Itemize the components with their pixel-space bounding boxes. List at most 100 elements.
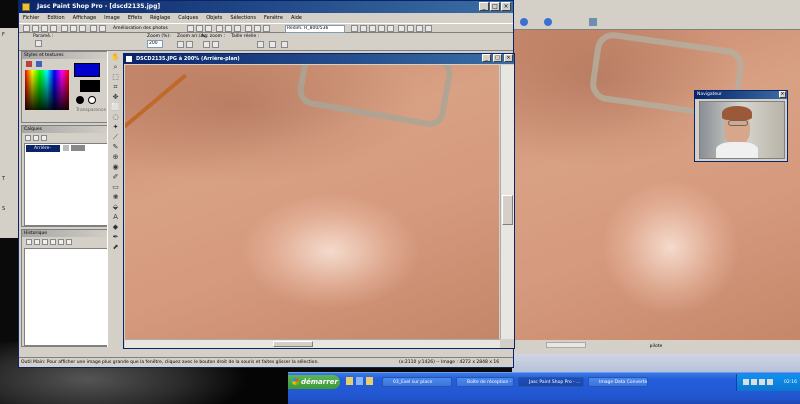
menu-adjust[interactable]: Réglage [150,15,170,21]
stop-icon[interactable] [387,25,394,32]
maximize-button[interactable]: □ [490,2,500,11]
clone-brush-icon[interactable]: ⊕ [111,153,120,162]
quicklaunch-icon[interactable] [356,377,363,385]
tools-icon[interactable] [407,25,414,32]
tray-icon[interactable] [759,379,765,385]
delete-layer-icon[interactable] [41,135,47,141]
hand-tool-icon[interactable] [35,40,42,47]
zoom-tool-icon[interactable]: ⌕ [111,63,120,72]
grid-icon[interactable] [245,25,252,32]
minimize-button[interactable]: _ [479,2,489,11]
menu-effects[interactable]: Effets [128,15,142,21]
close-icon[interactable]: × [779,91,786,98]
layer-properties-icon[interactable] [33,135,39,141]
background-swatch[interactable] [80,80,100,92]
close-button[interactable]: × [501,2,511,11]
bg-dot-icon[interactable] [88,96,96,104]
taskbar-item-active[interactable]: Jasc Paint Shop Pro - ... [518,377,584,387]
paint-brush-icon[interactable]: ✎ [111,143,120,152]
tree-icon[interactable] [225,25,232,32]
zoom-fit-icon[interactable] [212,41,219,48]
menu-view[interactable]: Affichage [73,15,97,21]
foreground-swatch[interactable] [74,63,100,77]
quicklaunch-icon[interactable] [366,377,373,385]
text-tool-icon[interactable]: A [111,213,120,222]
horizontal-scrollbar[interactable] [125,339,500,348]
record-icon[interactable] [378,25,385,32]
layer-row-background[interactable]: Arrière-plan [26,145,60,158]
flood-fill-icon[interactable]: ⬙ [111,203,120,212]
retouch-icon[interactable]: ✐ [111,173,120,182]
browse-icon[interactable] [187,25,194,32]
picture-tube-icon[interactable]: ❀ [111,193,120,202]
circle-icon[interactable] [398,25,405,32]
taskbar-item[interactable]: Boîte de réception - ... [456,377,514,387]
grid-icon[interactable] [254,25,261,32]
menu-help[interactable]: Aide [291,15,302,21]
paste-icon[interactable] [79,25,86,32]
menu-objects[interactable]: Objets [206,15,222,21]
navigator-thumbnail[interactable] [699,101,785,159]
copy-icon[interactable] [70,25,77,32]
fit-image-icon[interactable] [281,41,288,48]
pen-tool-icon[interactable]: ✒ [111,233,120,242]
redo-icon[interactable] [99,25,106,32]
menu-layers[interactable]: Calques [178,15,198,21]
run-icon[interactable] [360,25,367,32]
taskbar-item[interactable]: 03_Exel sur place [382,377,452,387]
navigator-window[interactable]: Navigateur × [694,90,788,162]
object-selector-icon[interactable]: ⬈ [111,243,120,252]
script-select[interactable]: Redim. H_800/536 [285,25,345,33]
horizontal-scroll-thumb[interactable] [273,341,313,347]
new-layer-icon[interactable] [25,135,31,141]
quicklaunch-icon[interactable] [346,377,353,385]
new-file-icon[interactable] [23,25,30,32]
zoom-fit-icon[interactable] [203,41,210,48]
play-icon[interactable] [351,25,358,32]
shape-tool-icon[interactable]: ◆ [111,223,120,232]
eye-icon[interactable] [63,145,69,151]
grid-icon[interactable] [263,25,270,32]
tools-icon[interactable] [416,25,423,32]
menu-image[interactable]: Image [104,15,120,21]
enhance-photo-menu[interactable]: Amélioration des photos [113,26,168,31]
tray-icon[interactable] [767,379,773,385]
eraser-icon[interactable]: ▭ [111,183,120,192]
opacity-bar[interactable] [71,145,85,151]
print-icon[interactable] [50,25,57,32]
doc-minimize-button[interactable]: _ [482,54,491,62]
camera-icon[interactable] [196,25,203,32]
menu-edit[interactable]: Edition [47,15,64,21]
dropper-icon[interactable]: ⟋ [111,133,120,142]
selection-tool-icon[interactable]: ⬜ [111,103,120,112]
crop-tool-icon[interactable]: ⌗ [111,83,120,92]
freehand-selection-icon[interactable]: ◌ [111,113,120,122]
history-icon[interactable] [50,239,56,245]
pan-tool-icon[interactable]: ✋ [111,53,120,62]
menu-window[interactable]: Fenêtre [264,15,283,21]
zoom-out-icon[interactable] [186,41,193,48]
color-spectrum[interactable] [25,70,69,110]
open-file-icon[interactable] [32,25,39,32]
undo-icon[interactable] [90,25,97,32]
red-eye-icon[interactable]: ◉ [111,163,120,172]
tray-icon[interactable] [743,379,749,385]
redo-icon[interactable] [34,239,40,245]
magic-wand-icon[interactable]: ✦ [111,123,120,132]
move-tool-icon[interactable]: ✥ [111,93,120,102]
fit-window-icon[interactable] [269,41,276,48]
tools-icon[interactable] [425,25,432,32]
history-icon[interactable] [66,239,72,245]
tree-icon[interactable] [234,25,241,32]
texture-icon[interactable] [36,61,42,67]
cut-icon[interactable] [61,25,68,32]
actual-size-icon[interactable] [257,41,264,48]
zoom-in-icon[interactable] [177,41,184,48]
fg-dot-icon[interactable] [76,96,84,104]
image-canvas[interactable] [125,65,499,339]
undo-icon[interactable] [26,239,32,245]
doc-close-button[interactable]: × [504,54,513,62]
history-icon[interactable] [42,239,48,245]
deform-tool-icon[interactable]: ⬚ [111,73,120,82]
history-icon[interactable] [58,239,64,245]
